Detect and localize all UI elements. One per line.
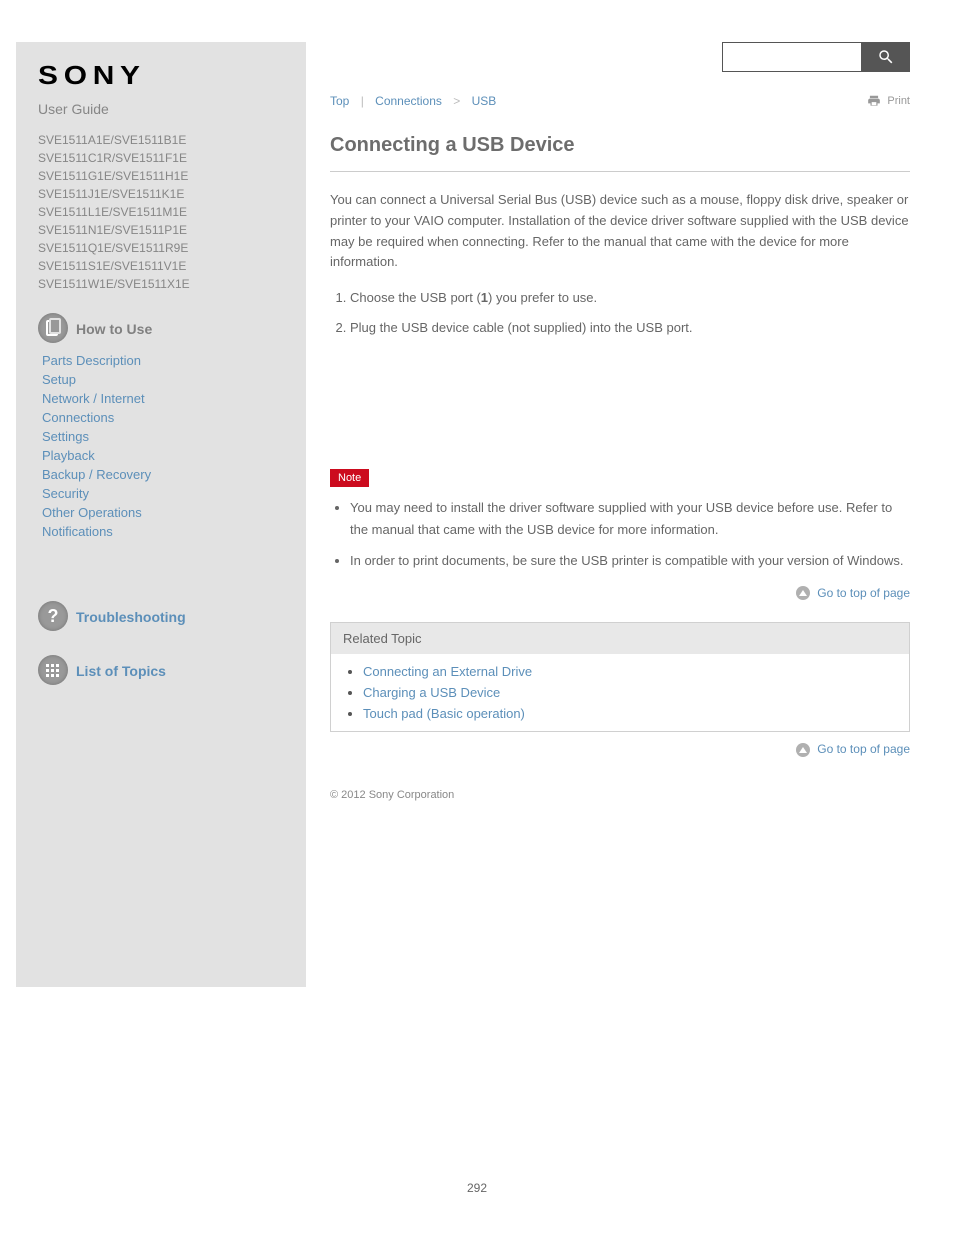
related-header: Related Topic xyxy=(331,623,909,654)
model-line: SVE1511Q1E/SVE1511R9E xyxy=(38,239,284,257)
print-label: Print xyxy=(887,95,910,107)
copyright: © 2012 Sony Corporation xyxy=(330,779,910,821)
sidebar-section-howto: How to Use Parts Description Setup Netwo… xyxy=(38,313,284,539)
step-text: Choose the USB port ( xyxy=(350,290,481,305)
step-1: Choose the USB port (1) you prefer to us… xyxy=(350,287,910,309)
model-line: SVE1511G1E/SVE1511H1E xyxy=(38,167,284,185)
sidebar-section-topics: List of Topics xyxy=(38,655,284,687)
related-link-1[interactable]: Connecting an External Drive xyxy=(363,664,532,679)
sidebar-item-connections[interactable]: Connections xyxy=(42,410,114,425)
sidebar-item-network[interactable]: Network / Internet xyxy=(42,391,145,406)
breadcrumb-usb[interactable]: USB xyxy=(472,94,497,108)
brand-logo: SONY xyxy=(38,60,321,91)
breadcrumb: Top | Connections > USB xyxy=(330,94,496,108)
sidebar-item-backup[interactable]: Backup / Recovery xyxy=(42,467,151,482)
go-top-link[interactable]: Go to top of page xyxy=(817,742,910,756)
list-icon xyxy=(38,655,68,685)
sidebar-item-playback[interactable]: Playback xyxy=(42,448,95,463)
sidebar-section-title-link[interactable]: List of Topics xyxy=(76,663,166,679)
sidebar-section-title: How to Use xyxy=(76,321,152,337)
breadcrumb-top[interactable]: Top xyxy=(330,94,349,108)
note-item: You may need to install the driver softw… xyxy=(350,497,910,541)
search-box xyxy=(722,42,910,72)
model-line: SVE1511A1E/SVE1511B1E xyxy=(38,131,284,149)
model-line: SVE1511N1E/SVE1511P1E xyxy=(38,221,284,239)
print-icon xyxy=(867,94,881,108)
model-line: SVE1511S1E/SVE1511V1E xyxy=(38,257,284,275)
page-icon xyxy=(38,313,68,343)
print-button[interactable]: Print xyxy=(867,94,910,108)
step-text: ) you prefer to use. xyxy=(488,290,597,305)
sidebar-item-otherops[interactable]: Other Operations xyxy=(42,505,142,520)
arrow-up-icon xyxy=(796,586,810,600)
related-link-2[interactable]: Charging a USB Device xyxy=(363,685,500,700)
port-ref: 1 xyxy=(481,290,488,305)
model-line: SVE1511C1R/SVE1511F1E xyxy=(38,149,284,167)
page-number: 292 xyxy=(467,1181,487,1195)
search-input[interactable] xyxy=(722,42,862,72)
note-item: In order to print documents, be sure the… xyxy=(350,550,910,572)
model-list: SVE1511A1E/SVE1511B1E SVE1511C1R/SVE1511… xyxy=(38,131,284,293)
related-link-3[interactable]: Touch pad (Basic operation) xyxy=(363,706,525,721)
sidebar: SONY User Guide SVE1511A1E/SVE1511B1E SV… xyxy=(16,42,306,987)
steps-list: Choose the USB port (1) you prefer to us… xyxy=(330,287,910,339)
search-button[interactable] xyxy=(862,42,910,72)
breadcrumb-connections[interactable]: Connections xyxy=(375,94,442,108)
main-content: Top | Connections > USB Print Connecting… xyxy=(330,42,910,821)
related-topic-box: Related Topic Connecting an External Dri… xyxy=(330,622,910,732)
sidebar-item-settings[interactable]: Settings xyxy=(42,429,89,444)
arrow-up-icon xyxy=(796,743,810,757)
sidebar-item-setup[interactable]: Setup xyxy=(42,372,76,387)
notes-list: You may need to install the driver softw… xyxy=(330,497,910,571)
sidebar-item-security[interactable]: Security xyxy=(42,486,89,501)
model-line: SVE1511J1E/SVE1511K1E xyxy=(38,185,284,203)
sidebar-item-parts[interactable]: Parts Description xyxy=(42,353,141,368)
search-row xyxy=(330,42,910,72)
model-line: SVE1511L1E/SVE1511M1E xyxy=(38,203,284,221)
question-icon xyxy=(38,601,68,631)
step-2: Plug the USB device cable (not supplied)… xyxy=(350,317,910,339)
guide-title: User Guide xyxy=(38,101,284,117)
go-top-link[interactable]: Go to top of page xyxy=(817,586,910,600)
page-title: Connecting a USB Device xyxy=(330,134,910,172)
sidebar-section-title-link[interactable]: Troubleshooting xyxy=(76,609,186,625)
sidebar-item-notifications[interactable]: Notifications xyxy=(42,524,113,539)
search-icon xyxy=(877,48,895,66)
sidebar-section-trouble: Troubleshooting xyxy=(38,601,284,633)
model-line: SVE1511W1E/SVE1511X1E xyxy=(38,275,284,293)
note-tag: Note xyxy=(330,469,369,487)
intro-paragraph: You can connect a Universal Serial Bus (… xyxy=(330,190,910,273)
